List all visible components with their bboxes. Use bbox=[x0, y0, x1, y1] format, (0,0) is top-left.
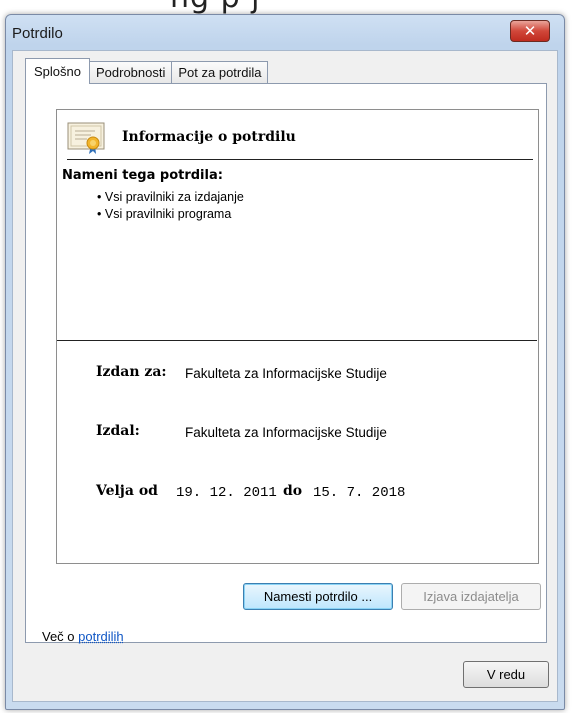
certificate-dialog: Potrdilo ✕ Splošno Podrobnosti Pot za po… bbox=[5, 14, 565, 710]
certificate-info-title: Informacije o potrdilu bbox=[122, 129, 296, 145]
list-item: Vsi pravilniki programa bbox=[97, 206, 244, 223]
dialog-body: Splošno Podrobnosti Pot za potrdila Info… bbox=[12, 50, 558, 702]
certificate-icon bbox=[67, 122, 105, 154]
title-divider bbox=[67, 159, 533, 160]
tab-general[interactable]: Splošno bbox=[25, 58, 90, 84]
issued-to-value: Fakulteta za Informacijske Studije bbox=[185, 366, 387, 381]
window-title: Potrdilo bbox=[12, 25, 63, 42]
issued-by-value: Fakulteta za Informacijske Studije bbox=[185, 425, 387, 440]
cropped-background-text: ng p j bbox=[170, 0, 261, 15]
issued-to-label: Izdan za: bbox=[96, 364, 167, 380]
issuer-statement-button[interactable]: Izjava izdajatelja bbox=[401, 583, 541, 610]
list-item: Vsi pravilniki za izdajanje bbox=[97, 189, 244, 206]
issued-by-label: Izdal: bbox=[96, 423, 140, 439]
valid-from-label: Velja od bbox=[96, 483, 158, 499]
close-button[interactable]: ✕ bbox=[510, 20, 550, 42]
certificate-info-box: Informacije o potrdilu Nameni tega potrd… bbox=[56, 109, 539, 564]
valid-to-value: 15. 7. 2018 bbox=[313, 485, 406, 501]
purposes-heading: Nameni tega potrdila: bbox=[62, 168, 223, 183]
tab-strip: Splošno Podrobnosti Pot za potrdila bbox=[25, 58, 269, 84]
details-divider bbox=[57, 340, 537, 341]
general-tab-panel: Informacije o potrdilu Nameni tega potrd… bbox=[25, 83, 547, 643]
install-certificate-button[interactable]: Namesti potrdilo ... bbox=[243, 583, 393, 610]
ok-button[interactable]: V redu bbox=[463, 661, 549, 688]
valid-from-value: 19. 12. 2011 bbox=[176, 485, 277, 501]
tab-details[interactable]: Podrobnosti bbox=[88, 61, 173, 84]
more-info-text: Več o potrdilih bbox=[42, 629, 124, 644]
purposes-list: Vsi pravilniki za izdajanje Vsi pravilni… bbox=[97, 189, 244, 223]
certificates-link[interactable]: potrdilih bbox=[78, 629, 124, 644]
more-info-prefix: Več o bbox=[42, 629, 79, 644]
valid-to-label: do bbox=[283, 483, 303, 499]
tab-certification-path[interactable]: Pot za potrdila bbox=[171, 61, 269, 84]
